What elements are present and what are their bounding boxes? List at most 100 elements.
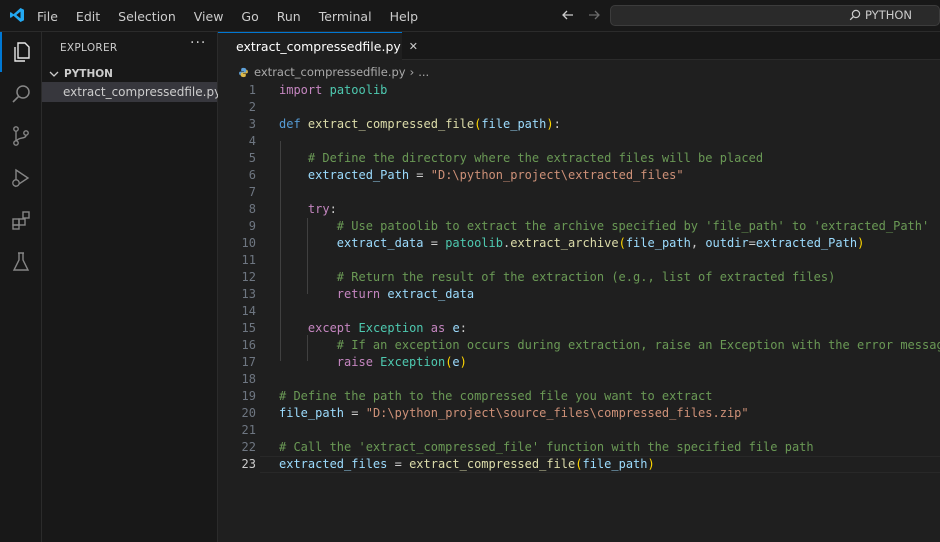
code-line[interactable]: 15 except Exception as e:	[218, 320, 940, 337]
source-control-icon	[13, 126, 29, 146]
files-icon	[14, 42, 30, 62]
code-line[interactable]: 7	[218, 184, 940, 201]
menu-view[interactable]: View	[185, 9, 233, 24]
code-line[interactable]: 4	[218, 133, 940, 150]
line-number: 17	[241, 355, 256, 369]
code-line[interactable]: 11	[218, 252, 940, 269]
code-token: patoolib	[445, 236, 503, 250]
code-line[interactable]: 12 # Return the result of the extraction…	[218, 269, 940, 286]
line-number: 19	[241, 389, 256, 403]
tab-extract-compressedfile[interactable]: extract_compressedfile.py ✕	[218, 32, 418, 60]
code-text: import patoolib	[279, 82, 387, 99]
breadcrumb-more[interactable]: ...	[418, 65, 429, 79]
menu-terminal[interactable]: Terminal	[310, 9, 381, 24]
code-token: extract_compressed_file	[409, 457, 576, 471]
menu-run[interactable]: Run	[268, 9, 310, 24]
code-line[interactable]: 1 import patoolib	[218, 82, 940, 99]
testing-activity-button[interactable]	[0, 242, 42, 282]
menu-edit[interactable]: Edit	[67, 9, 109, 24]
code-token: :	[459, 321, 467, 335]
line-number: 16	[241, 338, 256, 352]
code-line[interactable]: 9 # Use patoolib to extract the archive …	[218, 218, 940, 235]
code-token: def	[279, 117, 301, 131]
code-text: try:	[279, 201, 337, 218]
more-actions-icon[interactable]: ···	[190, 35, 206, 51]
folder-python[interactable]: PYTHON	[42, 64, 218, 84]
search-activity-button[interactable]	[0, 74, 42, 114]
code-text: raise Exception(e)	[279, 354, 467, 371]
code-line[interactable]: 20 file_path = "D:\python_project\source_…	[218, 405, 940, 422]
code-token: e	[452, 355, 460, 369]
code-token: "D:\python_project\extracted_files"	[430, 168, 684, 182]
back-arrow-icon[interactable]	[560, 7, 576, 23]
code-line[interactable]: 5 # Define the directory where the extra…	[218, 150, 940, 167]
code-editor[interactable]: 1 import patoolib 2 3 def extract_compressed…	[218, 82, 940, 542]
code-token: return	[336, 287, 381, 301]
code-line[interactable]: 23 extracted_files = extract_compressed_f…	[218, 456, 940, 473]
code-token: file_path	[625, 236, 691, 250]
code-text: # Return the result of the extraction (e…	[279, 269, 836, 286]
code-line[interactable]: 13 return extract_data	[218, 286, 940, 303]
code-line[interactable]: 10 extract_data = patoolib.extract_archi…	[218, 235, 940, 252]
code-text: # Use patoolib to extract the archive sp…	[279, 218, 929, 235]
search-icon	[12, 85, 30, 103]
explorer-sidebar: EXPLORER ··· PYTHON extract_compressedfi…	[42, 32, 221, 542]
line-number: 10	[241, 236, 256, 250]
code-line[interactable]: 22 # Call the 'extract_compressed_file' f…	[218, 439, 940, 456]
breadcrumb-file[interactable]: extract_compressedfile.py	[254, 65, 406, 79]
menu-go[interactable]: Go	[232, 9, 267, 24]
code-line[interactable]: 19 # Define the path to the compressed fi…	[218, 388, 940, 405]
search-label: PYTHON	[865, 8, 913, 22]
run-debug-icon	[12, 168, 30, 188]
code-line[interactable]: 17 raise Exception(e)	[218, 354, 940, 371]
extensions-activity-button[interactable]	[0, 200, 42, 240]
navigation-arrows	[560, 7, 602, 23]
code-token: ,	[690, 236, 706, 250]
code-line[interactable]: 2	[218, 99, 940, 116]
code-line[interactable]: 8 try:	[218, 201, 940, 218]
menu-help[interactable]: Help	[381, 9, 428, 24]
source-control-activity-button[interactable]	[0, 116, 42, 156]
code-line[interactable]: 14	[218, 303, 940, 320]
code-token: )	[647, 457, 655, 471]
line-number: 12	[241, 270, 256, 284]
close-icon[interactable]: ✕	[409, 40, 418, 53]
code-line[interactable]: 3 def extract_compressed_file(file_path):	[218, 116, 940, 133]
command-center-search[interactable]: PYTHON	[610, 5, 940, 26]
code-line[interactable]: 21	[218, 422, 940, 439]
forward-arrow-icon[interactable]	[586, 7, 602, 23]
menu-selection[interactable]: Selection	[109, 9, 185, 24]
code-text: # Call the 'extract_compressed_file' fun…	[279, 439, 814, 456]
code-token: )	[459, 355, 467, 369]
explorer-title: EXPLORER	[60, 42, 118, 54]
code-token: Exception	[380, 355, 446, 369]
vscode-logo-icon	[10, 8, 24, 22]
code-token: =	[387, 457, 410, 471]
code-text: def extract_compressed_file(file_path):	[279, 116, 561, 133]
menu-file[interactable]: File	[28, 9, 67, 24]
file-item-extract-compressedfile[interactable]: extract_compressedfile.py	[42, 82, 221, 102]
code-token: file_path	[582, 457, 648, 471]
code-line[interactable]: 16 # If an exception occurs during extra…	[218, 337, 940, 354]
run-debug-activity-button[interactable]	[0, 158, 42, 198]
line-number: 8	[248, 202, 256, 216]
code-line[interactable]: 18	[218, 371, 940, 388]
tab-label: extract_compressedfile.py	[236, 39, 401, 54]
flask-icon	[12, 252, 30, 271]
line-number: 14	[241, 304, 256, 318]
explorer-activity-button[interactable]	[0, 32, 42, 72]
code-token: =	[748, 236, 756, 250]
code-line[interactable]: 6 extracted_Path = "D:\python_project\ex…	[218, 167, 940, 184]
code-token: extract_archive	[510, 236, 619, 250]
code-text: return extract_data	[279, 286, 474, 303]
line-number: 22	[241, 440, 256, 454]
code-token: extracted_Path	[755, 236, 858, 250]
code-token: extract_data	[387, 287, 475, 301]
code-token: Exception	[358, 321, 424, 335]
code-token: file_path	[481, 117, 547, 131]
